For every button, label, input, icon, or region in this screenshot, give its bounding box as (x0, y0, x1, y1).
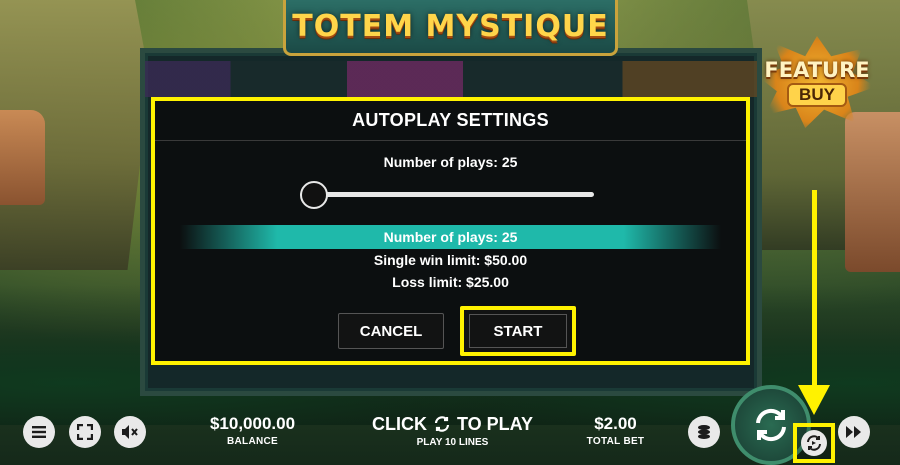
plays-label-text: Number of plays: (383, 154, 498, 170)
autoplay-button[interactable] (793, 423, 835, 463)
totem-statue-left (0, 110, 45, 205)
feature-buy-button[interactable]: FEATURE BUY (758, 36, 876, 128)
dialog-title: AUTOPLAY SETTINGS (155, 101, 746, 141)
bottom-control-bar: $10,000.00 BALANCE CLICK TO PLAY PLAY 10… (0, 385, 900, 465)
slider-track[interactable] (300, 192, 594, 197)
play-lines-text: PLAY 10 LINES (416, 437, 489, 448)
balance-value: $10,000.00 (209, 414, 296, 433)
autoplay-summary: Number of plays: 25 Single win limit: $5… (155, 225, 746, 293)
click-text: CLICK (371, 414, 427, 434)
fast-forward-icon (846, 426, 861, 438)
total-bet-display: $2.00 TOTAL BET (583, 414, 648, 447)
fullscreen-icon (77, 424, 93, 440)
total-bet-label: TOTAL BET (586, 436, 645, 447)
turbo-button[interactable] (838, 416, 870, 448)
start-button-highlight[interactable]: START (460, 306, 576, 356)
game-title: TOTEM MYSTIQUE (292, 9, 609, 44)
total-bet-value: $2.00 (594, 414, 637, 433)
feature-buy-label-top: FEATURE (764, 57, 870, 82)
plays-label-value: 25 (501, 154, 518, 170)
game-logo: TOTEM MYSTIQUE (283, 0, 618, 56)
autoplay-settings-dialog: AUTOPLAY SETTINGS Number of plays: 25 Nu… (151, 97, 750, 365)
sound-button[interactable] (114, 416, 146, 448)
fullscreen-button[interactable] (69, 416, 101, 448)
summary-loss-limit: Loss limit: $25.00 (392, 274, 509, 290)
spin-icon (756, 408, 786, 442)
guide-arrow-shaft (812, 190, 817, 390)
slider-thumb[interactable] (300, 181, 328, 209)
bet-button[interactable] (688, 416, 720, 448)
plays-slider[interactable] (300, 181, 594, 209)
totem-statue-right (845, 112, 900, 272)
menu-button[interactable] (23, 416, 55, 448)
start-button[interactable]: START (469, 314, 567, 348)
cancel-button[interactable]: CANCEL (338, 313, 444, 349)
summary-plays: Number of plays: 25 (180, 225, 721, 249)
number-of-plays-label: Number of plays: 25 (155, 154, 746, 170)
to-play-text: TO PLAY (456, 414, 534, 434)
summary-single-win-limit: Single win limit: $50.00 (373, 252, 528, 268)
click-to-play: CLICK TO PLAY PLAY 10 LINES (365, 414, 540, 448)
balance-display: $10,000.00 BALANCE (200, 414, 305, 447)
mute-icon (122, 425, 138, 439)
menu-icon (32, 426, 46, 438)
feature-buy-label-bottom: BUY (787, 82, 847, 107)
coins-icon (698, 425, 710, 439)
balance-label: BALANCE (227, 436, 278, 447)
refresh-icon (434, 416, 450, 432)
autoplay-icon (807, 435, 821, 451)
